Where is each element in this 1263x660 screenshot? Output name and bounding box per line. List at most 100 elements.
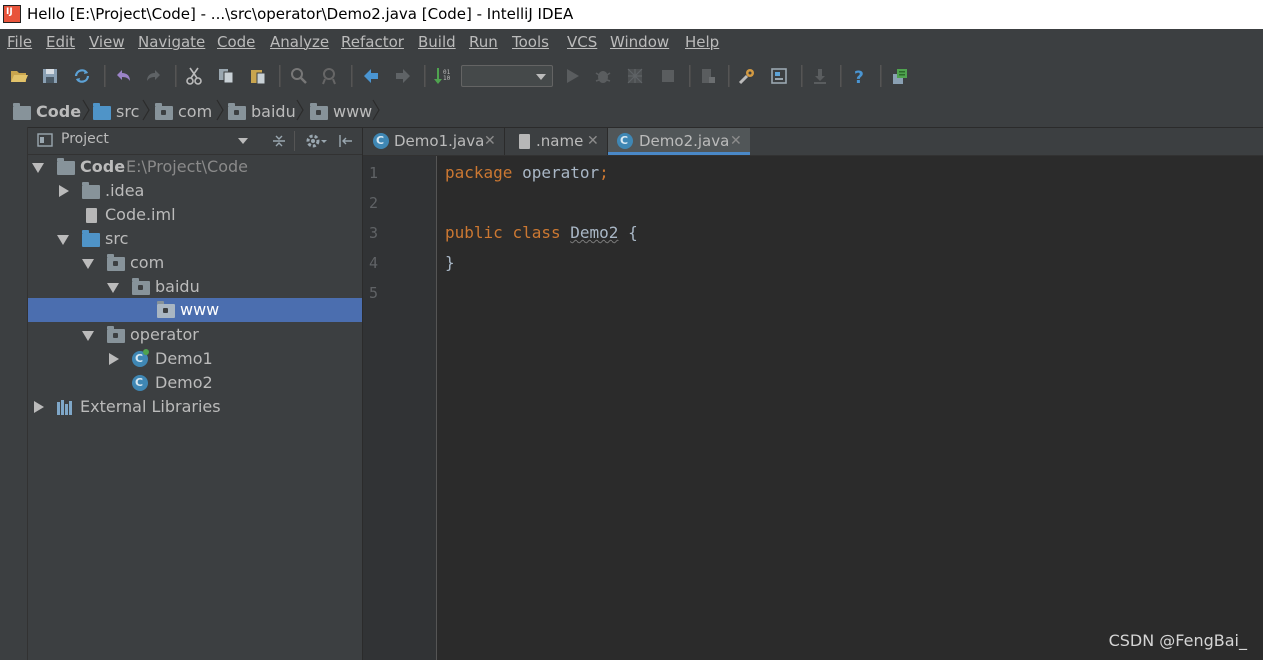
save-icon[interactable] bbox=[41, 67, 59, 85]
breadcrumb-chevron-icon bbox=[372, 99, 380, 121]
tree-row-external-libraries[interactable]: External Libraries bbox=[28, 395, 362, 419]
cut-icon[interactable] bbox=[185, 67, 203, 85]
menu-tools[interactable]: Tools bbox=[512, 33, 549, 51]
tree-row-src[interactable]: src bbox=[28, 227, 362, 251]
update-icon[interactable] bbox=[811, 67, 829, 85]
stop-icon[interactable] bbox=[659, 67, 677, 85]
code-line-4: } bbox=[445, 248, 455, 278]
redo-icon[interactable] bbox=[145, 67, 163, 85]
project-view-label[interactable]: Project bbox=[61, 131, 109, 147]
menu-code[interactable]: Code bbox=[217, 33, 255, 51]
editor-tabs: Demo1.java ✕ .name ✕ Demo2.java ✕ bbox=[363, 128, 1263, 156]
package-name: operator bbox=[512, 163, 600, 182]
expanded-arrow-icon[interactable] bbox=[57, 235, 69, 245]
paste-icon[interactable] bbox=[249, 67, 267, 85]
package-folder-icon bbox=[228, 103, 246, 120]
project-tree: Code E:\Project\Code .idea Code.iml src … bbox=[28, 155, 363, 660]
breadcrumb-item-baidu[interactable]: baidu bbox=[251, 102, 296, 122]
menu-bar: File Edit View Navigate Code Analyze Ref… bbox=[0, 29, 1263, 56]
keyword: class bbox=[512, 223, 561, 242]
sync-icon[interactable] bbox=[73, 67, 91, 85]
tab-name[interactable]: .name ✕ bbox=[505, 128, 608, 155]
menu-build[interactable]: Build bbox=[418, 33, 456, 51]
tree-row-code-iml[interactable]: Code.iml bbox=[28, 203, 362, 227]
run-configuration-select[interactable] bbox=[461, 65, 553, 87]
expanded-arrow-icon[interactable] bbox=[32, 163, 44, 173]
back-icon[interactable] bbox=[362, 67, 380, 85]
toolbar-separator bbox=[424, 65, 426, 87]
chevron-down-icon[interactable] bbox=[238, 138, 248, 144]
file-icon bbox=[86, 208, 97, 223]
close-icon[interactable]: ✕ bbox=[730, 128, 742, 155]
tree-row-www[interactable]: www bbox=[28, 298, 362, 322]
settings-icon[interactable] bbox=[738, 67, 756, 85]
help-icon[interactable]: ? bbox=[850, 67, 868, 85]
tree-row-baidu[interactable]: baidu bbox=[28, 275, 362, 299]
menu-navigate[interactable]: Navigate bbox=[138, 33, 205, 51]
collapsed-arrow-icon[interactable] bbox=[34, 401, 44, 413]
debug-icon[interactable] bbox=[594, 67, 612, 85]
code-line-3: public class Demo2 { bbox=[445, 218, 638, 248]
tree-row-com[interactable]: com bbox=[28, 251, 362, 275]
menu-vcs[interactable]: VCS bbox=[567, 33, 597, 51]
event-log-icon[interactable] bbox=[891, 67, 909, 85]
toolbar-separator bbox=[689, 65, 691, 87]
tree-label: Demo1 bbox=[155, 349, 213, 368]
breadcrumb-item-www[interactable]: www bbox=[333, 102, 372, 122]
sdk-icon[interactable] bbox=[770, 67, 788, 85]
replace-icon[interactable] bbox=[321, 67, 339, 85]
project-structure-icon[interactable] bbox=[699, 67, 717, 85]
toolbar-separator bbox=[880, 65, 882, 87]
package-folder-icon bbox=[155, 103, 173, 120]
line-number: 1 bbox=[369, 164, 379, 182]
java-class-icon bbox=[373, 133, 389, 149]
expanded-arrow-icon[interactable] bbox=[107, 283, 119, 293]
menu-help[interactable]: Help bbox=[685, 33, 719, 51]
coverage-icon[interactable] bbox=[626, 67, 644, 85]
menu-view[interactable]: View bbox=[89, 33, 125, 51]
gear-icon[interactable] bbox=[305, 133, 327, 149]
collapse-all-icon[interactable] bbox=[272, 133, 286, 149]
tree-row-operator[interactable]: operator bbox=[28, 323, 362, 347]
breadcrumb-item-com[interactable]: com bbox=[178, 102, 212, 122]
undo-icon[interactable] bbox=[114, 67, 132, 85]
line-number-gutter: 1 2 3 4 5 bbox=[363, 156, 437, 660]
tree-row-code[interactable]: Code E:\Project\Code bbox=[28, 155, 362, 179]
tree-row-demo2[interactable]: Demo2 bbox=[28, 371, 362, 395]
menu-refactor[interactable]: Refactor bbox=[341, 33, 404, 51]
close-icon[interactable]: ✕ bbox=[484, 128, 496, 155]
expanded-arrow-icon[interactable] bbox=[82, 331, 94, 341]
tab-demo1-java[interactable]: Demo1.java ✕ bbox=[363, 128, 505, 155]
brace: { bbox=[628, 223, 638, 242]
library-icon bbox=[57, 400, 75, 415]
expanded-arrow-icon[interactable] bbox=[82, 259, 94, 269]
header-separator bbox=[294, 131, 295, 151]
tree-label: Demo2 bbox=[155, 373, 213, 392]
tab-demo2-java[interactable]: Demo2.java ✕ bbox=[608, 128, 750, 155]
breadcrumb-item-code[interactable]: Code bbox=[36, 102, 81, 122]
menu-window[interactable]: Window bbox=[610, 33, 669, 51]
find-icon[interactable] bbox=[290, 67, 308, 85]
package-folder-icon bbox=[132, 278, 150, 295]
collapsed-arrow-icon[interactable] bbox=[59, 185, 69, 197]
hide-panel-icon[interactable] bbox=[338, 133, 354, 149]
menu-analyze[interactable]: Analyze bbox=[270, 33, 329, 51]
menu-run[interactable]: Run bbox=[469, 33, 498, 51]
tree-row-idea[interactable]: .idea bbox=[28, 179, 362, 203]
code-editor[interactable]: package operator; public class Demo2 { } bbox=[437, 156, 1263, 660]
tree-row-demo1[interactable]: Demo1 bbox=[28, 347, 362, 371]
run-icon[interactable] bbox=[563, 67, 581, 85]
package-folder-icon bbox=[310, 103, 328, 120]
module-folder-icon bbox=[57, 158, 75, 175]
collapsed-arrow-icon[interactable] bbox=[109, 353, 119, 365]
forward-icon[interactable] bbox=[394, 67, 412, 85]
tree-label: src bbox=[105, 229, 129, 248]
close-icon[interactable]: ✕ bbox=[587, 128, 599, 155]
menu-edit[interactable]: Edit bbox=[46, 33, 75, 51]
open-folder-icon[interactable] bbox=[10, 67, 28, 85]
build-icon[interactable]: 0110 bbox=[434, 67, 452, 85]
copy-icon[interactable] bbox=[217, 67, 235, 85]
menu-file[interactable]: File bbox=[7, 33, 32, 51]
breadcrumb-item-src[interactable]: src bbox=[116, 102, 139, 122]
svg-text:10: 10 bbox=[443, 75, 451, 82]
